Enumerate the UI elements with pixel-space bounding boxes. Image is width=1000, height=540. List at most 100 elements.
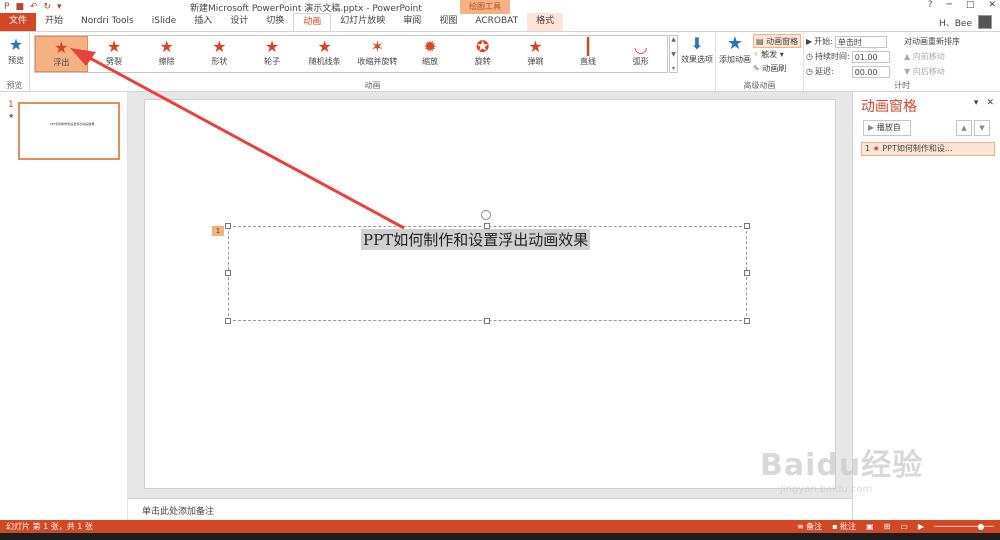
add-animation-button[interactable]: ★ 添加动画 [718,34,752,65]
anim-split[interactable]: ★ 劈裂 [88,36,141,72]
lightning-icon: ⚡ [753,50,759,59]
tab-nordri-tools[interactable]: Nordri Tools [72,13,143,31]
user-area[interactable]: H、Bee [939,15,992,29]
entry-label: PPT如何制作和设... [882,144,953,153]
minimize-button[interactable]: ─ [947,0,952,10]
anim-grow-turn[interactable]: ✶ 收缩并旋转 [351,36,404,72]
maximize-button[interactable]: □ [966,0,975,10]
preview-star-icon: ★ [8,35,24,54]
tab-islide[interactable]: iSlide [143,13,185,31]
animation-pane-button[interactable]: ▤ 动画窗格 [753,34,801,48]
advanced-list: ▤ 动画窗格 ⚡ 触发 ▾ ✎ 动画刷 [753,34,801,76]
duration-input[interactable]: 01.00 [851,50,890,63]
resize-handle[interactable] [484,223,490,229]
sorter-view-icon[interactable]: ⊞ [884,520,891,533]
ribbon-tabs: 文件 开始 Nordri Tools iSlide 插入 设计 切换 动画 幻灯… [0,13,1000,32]
start-select[interactable]: 单击时 [834,35,887,48]
delay-clock-icon: ◷ [806,67,813,76]
star-lines-icon: ★ [317,37,332,56]
star-rotate-icon: ✶ [370,37,385,56]
pane-options-icon[interactable]: ▾ [974,98,979,108]
tab-insert[interactable]: 插入 [185,13,221,31]
move-earlier-label: 向前移动 [912,52,945,61]
tab-file[interactable]: 文件 [0,13,36,31]
gallery-more-icon[interactable]: ▾ [670,65,677,72]
tab-animations[interactable]: 动画 [293,13,332,31]
tab-transitions[interactable]: 切换 [257,13,293,31]
avatar[interactable] [978,15,992,29]
thumbnail-text: PPT如何制作和设置浮出动画效果 [50,122,95,126]
scroll-up-icon[interactable]: ▲ [670,36,677,43]
anim-random-bars[interactable]: ★ 随机线条 [298,36,351,72]
slideshow-view-icon[interactable]: ▶ [918,520,924,533]
zoom-slider[interactable]: ─────────●── [934,520,994,533]
move-earlier-button[interactable]: ▲ 向前移动 [904,49,974,64]
save-icon[interactable]: ■ [15,2,24,12]
anim-arcs[interactable]: ◡ 弧形 [614,36,667,72]
undo-icon[interactable]: ↶ [30,2,38,12]
notes-pane[interactable]: 单击此处添加备注 [128,498,852,520]
pane-move-down-icon[interactable]: ▼ [974,120,990,136]
trigger-button[interactable]: ⚡ 触发 ▾ [753,48,801,62]
animation-list-item[interactable]: 1 ★ PPT如何制作和设... [861,142,995,156]
resize-handle[interactable] [225,270,231,276]
pane-controls: ▾ ✕ [974,98,994,108]
anim-label: 弧形 [632,57,649,66]
slide-canvas[interactable]: 1 PPT如何制作和设置浮出动画效果 [144,99,836,489]
slide-thumbnail[interactable]: PPT如何制作和设置浮出动画效果 [18,102,120,160]
comments-toggle-button[interactable]: ▪ 批注 [832,520,856,533]
anim-lines[interactable]: ┃ 直线 [562,36,615,72]
delay-input[interactable]: 00.00 [851,65,890,78]
resize-handle[interactable] [225,223,231,229]
tab-design[interactable]: 设计 [221,13,257,31]
anim-label: 随机线条 [308,57,341,66]
resize-handle[interactable] [225,318,231,324]
slide-title-text[interactable]: PPT如何制作和设置浮出动画效果 [361,229,591,250]
tab-format[interactable]: 格式 [527,13,564,31]
play-from-button[interactable]: ▶ 播放自 [863,120,911,136]
anim-wheel[interactable]: ★ 轮子 [246,36,299,72]
entry-number: 1 [865,144,871,153]
customize-qat-icon[interactable]: ▾ [57,2,62,12]
anim-swivel[interactable]: ✪ 旋转 [456,36,509,72]
notes-toggle-button[interactable]: ≡ 备注 [797,520,822,533]
normal-view-icon[interactable]: ▣ [866,520,874,533]
tab-view[interactable]: 视图 [430,13,466,31]
anim-wipe[interactable]: ★ 擦除 [140,36,193,72]
anim-zoom[interactable]: ✹ 缩放 [404,36,457,72]
user-name[interactable]: H、Bee [939,16,972,29]
anim-shape[interactable]: ★ 形状 [193,36,246,72]
resize-handle[interactable] [484,318,490,324]
pane-close-icon[interactable]: ✕ [986,98,994,108]
move-later-button[interactable]: ▼ 向后移动 [904,64,974,79]
trigger-label: 触发 [761,50,778,59]
help-button[interactable]: ? [928,0,933,10]
effect-options-button[interactable]: ⬇ 效果选项 [680,34,714,65]
anim-float-in[interactable]: ★ 浮出 [35,36,88,72]
gallery-scroll[interactable]: ▲ ▼ ▾ [669,35,678,73]
redo-icon[interactable]: ↻ [44,2,52,12]
tab-acrobat[interactable]: ACROBAT [466,13,527,31]
animation-order-tag[interactable]: 1 [212,226,224,236]
tab-home[interactable]: 开始 [36,13,72,31]
preview-button[interactable]: ★ 预览 [4,35,28,66]
close-button[interactable]: ✕ [988,0,996,10]
line-path-icon: ┃ [583,37,593,56]
watermark-sub: jingyan.baidu.com [780,484,873,495]
status-bar: 幻灯片 第 1 张，共 1 张 ≡ 备注 ▪ 批注 ▣ ⊞ ▭ ▶ ──────… [0,520,1000,533]
tab-review[interactable]: 审阅 [394,13,430,31]
anim-label: 形状 [211,57,228,66]
baidu-watermark: Baidu经验 jingyan.baidu.com [760,440,923,495]
resize-handle[interactable] [744,270,750,276]
resize-handle[interactable] [744,223,750,229]
scroll-down-icon[interactable]: ▼ [670,51,677,58]
tab-slideshow[interactable]: 幻灯片放映 [331,13,394,31]
pane-move-up-icon[interactable]: ▲ [956,120,972,136]
resize-handle[interactable] [744,318,750,324]
animation-painter-button[interactable]: ✎ 动画刷 [753,62,801,76]
reading-view-icon[interactable]: ▭ [900,520,908,533]
title-textbox[interactable]: PPT如何制作和设置浮出动画效果 [225,223,750,324]
star-wipe-icon: ★ [159,37,174,56]
anim-bounce[interactable]: ★ 弹跳 [509,36,562,72]
rotate-handle[interactable] [481,210,491,220]
